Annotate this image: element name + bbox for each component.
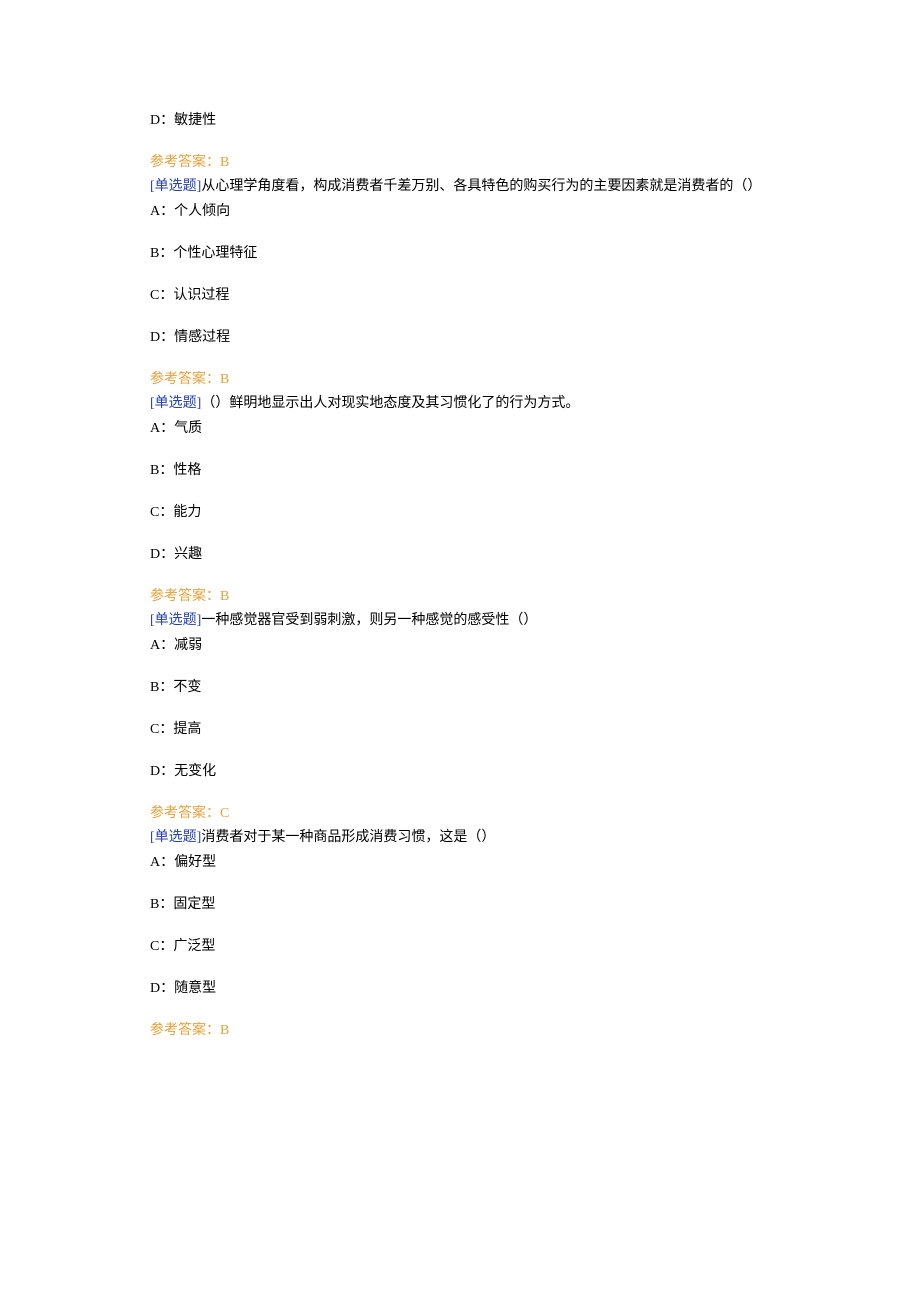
answer-line: 参考答案：B — [150, 152, 770, 173]
answer-value: C — [220, 806, 229, 821]
option: D：情感过程 — [150, 327, 770, 348]
answer-label: 参考答案： — [150, 155, 220, 170]
option: A：个人倾向 — [150, 201, 770, 222]
question-tag: [单选题] — [150, 396, 201, 411]
answer-line: 参考答案：B — [150, 1020, 770, 1041]
question-line: [单选题]（）鲜明地显示出人对现实地态度及其习惯化了的行为方式。 — [150, 393, 770, 414]
answer-line: 参考答案：B — [150, 369, 770, 390]
option: A：气质 — [150, 418, 770, 439]
answer-label: 参考答案： — [150, 589, 220, 604]
option: C：认识过程 — [150, 285, 770, 306]
answer-value: B — [220, 589, 229, 604]
question-tag: [单选题] — [150, 613, 201, 628]
option: B：个性心理特征 — [150, 243, 770, 264]
option: D：兴趣 — [150, 544, 770, 565]
option: C：广泛型 — [150, 936, 770, 957]
question-text: 一种感觉器官受到弱刺激，则另一种感觉的感受性（） — [201, 613, 537, 628]
answer-label: 参考答案： — [150, 806, 220, 821]
option: A：偏好型 — [150, 852, 770, 873]
question-line: [单选题]一种感觉器官受到弱刺激，则另一种感觉的感受性（） — [150, 610, 770, 631]
question-tag: [单选题] — [150, 179, 201, 194]
question-text: 从心理学角度看，构成消费者千差万别、各具特色的购买行为的主要因素就是消费者的（） — [201, 179, 761, 194]
answer-line: 参考答案：B — [150, 586, 770, 607]
answer-value: B — [220, 1023, 229, 1038]
answer-label: 参考答案： — [150, 1023, 220, 1038]
option: D：随意型 — [150, 978, 770, 999]
answer-label: 参考答案： — [150, 372, 220, 387]
question-line: [单选题]从心理学角度看，构成消费者千差万别、各具特色的购买行为的主要因素就是消… — [150, 176, 770, 197]
option: B：不变 — [150, 677, 770, 698]
question-line: [单选题]消费者对于某一种商品形成消费习惯，这是（） — [150, 827, 770, 848]
option: C：能力 — [150, 502, 770, 523]
option: D：敏捷性 — [150, 110, 770, 131]
question-text: （）鲜明地显示出人对现实地态度及其习惯化了的行为方式。 — [201, 396, 579, 411]
option: A：减弱 — [150, 635, 770, 656]
question-tag: [单选题] — [150, 830, 201, 845]
answer-value: B — [220, 372, 229, 387]
option: D：无变化 — [150, 761, 770, 782]
option: C：提高 — [150, 719, 770, 740]
answer-line: 参考答案：C — [150, 803, 770, 824]
question-text: 消费者对于某一种商品形成消费习惯，这是（） — [201, 830, 495, 845]
answer-value: B — [220, 155, 229, 170]
option: B：固定型 — [150, 894, 770, 915]
option: B：性格 — [150, 460, 770, 481]
